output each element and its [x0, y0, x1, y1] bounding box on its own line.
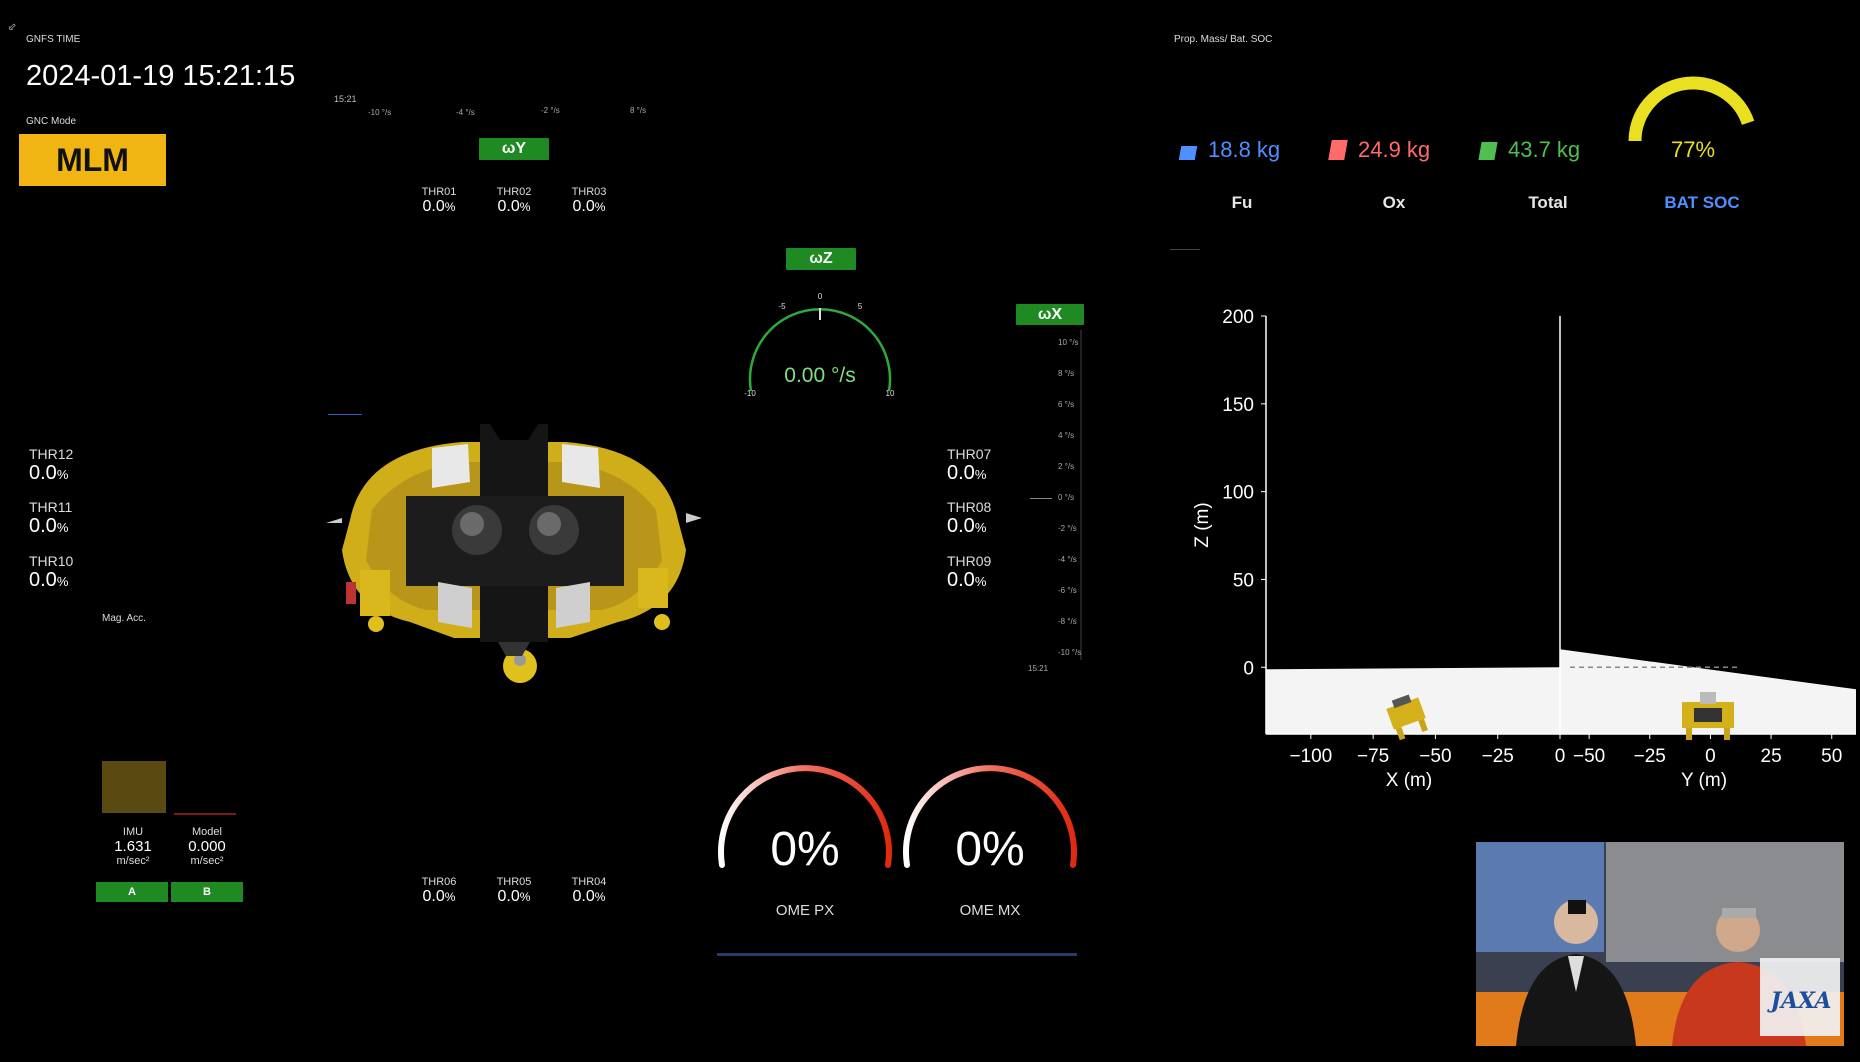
omega-y-scale-3: -2 °/s — [541, 106, 560, 115]
omega-z-tick-m5: -5 — [778, 302, 786, 311]
omega-z-tick-0: 0 — [818, 292, 823, 301]
thruster-thr12: THR12 0.0% — [29, 446, 74, 484]
omega-z-tag: ωZ — [786, 248, 856, 270]
x-tick-label: −100 — [1289, 746, 1332, 767]
x-tick-label: 25 — [1761, 746, 1782, 767]
position-chart: 200 150 100 50 0 −100 −75 −50 −25 0 X (m) −50 −25 0 25… — [1192, 307, 1856, 791]
ox-color-box — [1328, 140, 1348, 160]
video-scene — [1476, 842, 1844, 1046]
spacecraft-graphic — [326, 424, 702, 683]
ome-px-label: OME PX — [775, 902, 835, 919]
x-tick-label: −25 — [1482, 746, 1514, 767]
ox-label: Ox — [1382, 193, 1406, 212]
omega-z-tick-p5: 5 — [858, 302, 863, 311]
x-tick-label: −75 — [1357, 746, 1389, 767]
omega-x-scale-label: 6 °/s — [1058, 400, 1075, 409]
y-tick-label: 0 — [1243, 658, 1254, 679]
video-feed: JAXA — [1476, 842, 1844, 1046]
chart-ylabel: Z (m) — [1192, 502, 1213, 547]
omega-y-tag: ωY — [479, 138, 549, 160]
omega-y-time: 15:21 — [334, 94, 357, 104]
x-tick-label: −50 — [1573, 746, 1605, 767]
gnfs-time-value: 2024-01-19 15:21:15 — [26, 60, 296, 92]
total-label: Total — [1528, 193, 1568, 212]
omega-z-value: 0.00 °/s — [784, 364, 856, 387]
omega-x-scale-label: -2 °/s — [1058, 524, 1077, 533]
omega-x-time: 15:21 — [1028, 664, 1049, 673]
y-tick-label: 100 — [1222, 483, 1254, 504]
y-tick-label: 200 — [1222, 307, 1254, 328]
corner-icon: ⬃ — [8, 22, 17, 33]
ox-value: 24.9 kg — [1358, 137, 1431, 162]
imu-readout: IMU 1.631 m/sec² — [114, 826, 152, 867]
fu-value: 18.8 kg — [1208, 137, 1281, 162]
y-tick-label: 50 — [1233, 570, 1254, 591]
prop-mass-title: Prop. Mass/ Bat. SOC — [1174, 34, 1273, 45]
thruster-thr02: THR02 0.0% — [496, 186, 532, 215]
lander-y-icon — [1682, 692, 1734, 740]
omega-x-scale-label: -6 °/s — [1058, 586, 1077, 595]
x-tick-label: 0 — [1555, 746, 1566, 767]
omega-x-scale-label: 8 °/s — [1058, 369, 1075, 378]
model-readout: Model 0.000 m/sec² — [188, 826, 226, 867]
ome-mx-label: OME MX — [959, 902, 1021, 919]
divider-line — [1170, 249, 1200, 250]
x-tick-label: −50 — [1419, 746, 1451, 767]
thruster-thr05: THR05 0.0% — [496, 876, 532, 905]
omega-y-scale-2: -4 °/s — [456, 108, 475, 117]
jaxa-logo: JAXA — [1770, 988, 1832, 1014]
total-color-box — [1478, 142, 1498, 160]
thruster-thr04: THR04 0.0% — [571, 876, 607, 905]
omega-y-scale-4: 8 °/s — [630, 106, 647, 115]
thruster-thr07: THR07 0.0% — [947, 446, 992, 484]
x-tick-label: 50 — [1821, 746, 1842, 767]
omega-y-scale-1: -10 °/s — [368, 108, 392, 117]
gnfs-time-label: GNFS TIME — [26, 34, 81, 45]
model-b-button[interactable]: B — [171, 882, 243, 902]
thruster-thr09: THR09 0.0% — [947, 553, 992, 591]
lander-x-icon — [1386, 694, 1428, 741]
thruster-thr03: THR03 0.0% — [571, 186, 607, 215]
omega-x-tag: ωX — [1016, 304, 1084, 325]
total-value: 43.7 kg — [1508, 137, 1581, 162]
omega-x-axis — [1080, 330, 1082, 660]
bat-soc-label: BAT SOC — [1664, 193, 1740, 212]
x-tick-label: −25 — [1634, 746, 1666, 767]
gnc-mode-label: GNC Mode — [26, 116, 77, 127]
ome-underline — [717, 953, 1077, 956]
x-axis-label: Y (m) — [1681, 770, 1727, 791]
thruster-thr01: THR01 0.0% — [421, 186, 457, 215]
x-tick-label: 0 — [1705, 746, 1716, 767]
omega-x-scale-label: -10 °/s — [1058, 648, 1082, 657]
omega-z-tick-m10: -10 — [744, 389, 756, 398]
bat-soc-value: 77% — [1670, 137, 1716, 162]
model-bar — [174, 813, 236, 815]
y-tick-label: 150 — [1222, 395, 1254, 416]
x-axis-label: X (m) — [1386, 770, 1432, 791]
imu-a-button[interactable]: A — [96, 882, 168, 902]
thruster-thr11: THR11 0.0% — [29, 499, 73, 537]
omega-x-scale-label: 10 °/s — [1058, 338, 1079, 347]
omega-x-scale-label: 2 °/s — [1058, 462, 1075, 471]
ome-px-value: 0% — [770, 823, 840, 876]
omega-x-indicator — [1030, 498, 1052, 499]
thruster-thr10: THR10 0.0% — [29, 553, 74, 591]
omega-x-scale-label: -4 °/s — [1058, 555, 1077, 564]
imu-bar — [102, 761, 166, 813]
thruster-thr06: THR06 0.0% — [421, 876, 457, 905]
omega-z-tick-p10: 10 — [886, 389, 895, 398]
blue-marker-line — [328, 414, 362, 415]
omega-x-scale-label: 0 °/s — [1058, 493, 1075, 502]
mag-acc-label: Mag. Acc. — [102, 613, 146, 624]
fu-label: Fu — [1231, 193, 1253, 212]
omega-x-scale-label: -8 °/s — [1058, 617, 1077, 626]
gnc-mode-value: MLM — [19, 134, 166, 186]
thruster-thr08: THR08 0.0% — [947, 499, 992, 537]
fu-color-box — [1178, 146, 1198, 160]
omega-x-scale-label: 4 °/s — [1058, 431, 1075, 440]
ome-mx-value: 0% — [955, 823, 1025, 876]
